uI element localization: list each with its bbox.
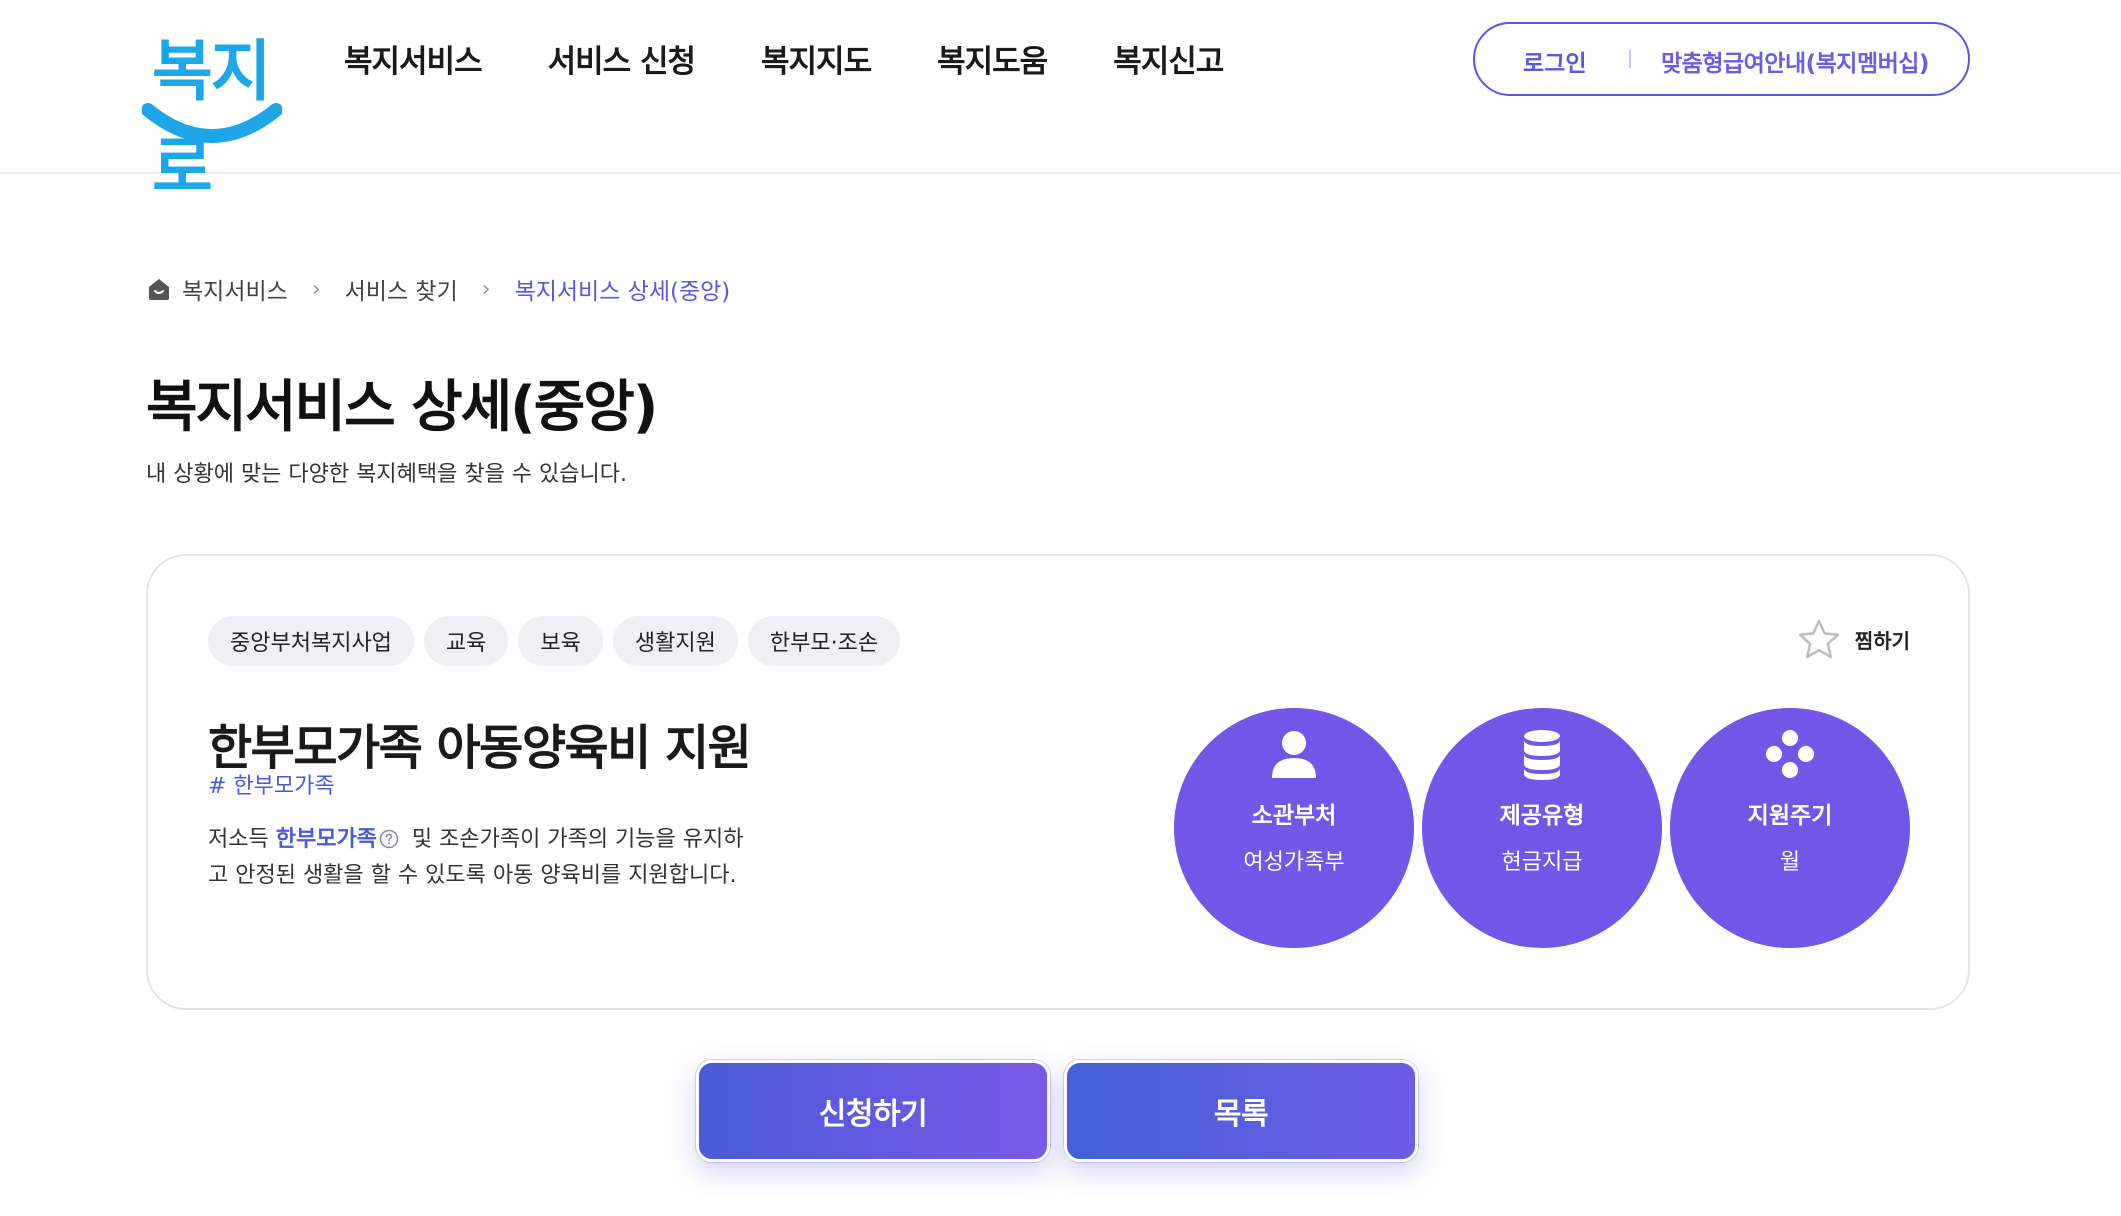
nav-item-service-apply[interactable]: 서비스 신청 bbox=[548, 36, 696, 81]
info-label: 지원주기 bbox=[1747, 803, 1833, 829]
info-label: 소관부처 bbox=[1251, 803, 1337, 829]
desc-line1-rest: 및 조손가족이 가족의 기능을 유지하 bbox=[404, 827, 744, 852]
person-icon bbox=[1272, 731, 1316, 778]
desc-highlight-link[interactable]: 한부모가족 bbox=[276, 827, 377, 852]
main-nav: 복지서비스 서비스 신청 복지지도 복지도움 복지신고 bbox=[344, 36, 1289, 81]
tag-central-ministry: 중앙부처복지사업 bbox=[208, 616, 414, 666]
breadcrumb: 복지서비스 › 서비스 찾기 › 복지서비스 상세(중앙) bbox=[146, 272, 730, 306]
cycle-icon bbox=[1766, 730, 1814, 778]
info-value: 현금지급 bbox=[1501, 850, 1583, 875]
logo-smile-icon bbox=[142, 103, 282, 143]
nav-item-welfare-help[interactable]: 복지도움 bbox=[937, 36, 1048, 81]
favorite-label: 찜하기 bbox=[1854, 628, 1910, 653]
tag-childcare: 보육 bbox=[518, 616, 603, 666]
apply-button[interactable]: 신청하기 bbox=[696, 1060, 1050, 1162]
site-header: 복지로 복지서비스 서비스 신청 복지지도 복지도움 복지신고 로그인 맞춤형급… bbox=[0, 0, 2121, 206]
tag-living-support: 생활지원 bbox=[612, 616, 738, 666]
info-value: 여성가족부 bbox=[1243, 850, 1345, 875]
tag-list: 중앙부처복지사업 교육 보육 생활지원 한부모·조손 bbox=[208, 616, 910, 666]
service-description: 저소득 한부모가족 및 조손가족이 가족의 기능을 유지하 고 안정된 생활을 … bbox=[208, 822, 768, 894]
auth-divider bbox=[1629, 50, 1631, 68]
question-circle-icon[interactable] bbox=[379, 829, 399, 849]
breadcrumb-item-current: 복지서비스 상세(중앙) bbox=[514, 279, 731, 305]
service-card: 중앙부처복지사업 교육 보육 생활지원 한부모·조손 찜하기 한부모가족 아동양… bbox=[146, 554, 1970, 1010]
list-button[interactable]: 목록 bbox=[1064, 1060, 1418, 1162]
star-icon bbox=[1798, 619, 1840, 659]
info-circle-provision-type: 제공유형 현금지급 bbox=[1422, 708, 1662, 948]
breadcrumb-item-service-search[interactable]: 서비스 찾기 bbox=[345, 272, 458, 306]
info-circle-ministry: 소관부처 여성가족부 bbox=[1174, 708, 1414, 948]
service-info-circles: 소관부처 여성가족부 제공유형 현금지급 지원주기 월 bbox=[1174, 708, 1918, 948]
nav-item-welfare-report[interactable]: 복지신고 bbox=[1113, 36, 1224, 81]
login-link[interactable]: 로그인 bbox=[1523, 44, 1586, 78]
database-icon bbox=[1524, 730, 1560, 780]
site-logo[interactable]: 복지로 bbox=[142, 18, 282, 206]
auth-box: 로그인 맞춤형급여안내(복지멤버십) bbox=[1473, 22, 1970, 96]
chevron-right-icon: › bbox=[311, 276, 321, 302]
membership-link[interactable]: 맞춤형급여안내(복지멤버십) bbox=[1661, 44, 1929, 78]
info-circle-support-cycle: 지원주기 월 bbox=[1670, 708, 1910, 948]
breadcrumb-item-welfare-service[interactable]: 복지서비스 bbox=[182, 272, 288, 306]
page-subtitle: 내 상황에 맞는 다양한 복지혜택을 찾을 수 있습니다. bbox=[146, 462, 627, 487]
home-icon[interactable] bbox=[146, 276, 172, 302]
nav-item-welfare-map[interactable]: 복지지도 bbox=[761, 36, 872, 81]
nav-item-welfare-service[interactable]: 복지서비스 bbox=[344, 36, 483, 81]
favorite-button[interactable]: 찜하기 bbox=[1797, 618, 1910, 660]
info-value: 월 bbox=[1779, 850, 1801, 875]
desc-line2: 고 안정된 생활을 할 수 있도록 아동 양육비를 지원합니다. bbox=[208, 863, 737, 888]
chevron-right-icon: › bbox=[481, 276, 491, 302]
page-title: 복지서비스 상세(중앙) bbox=[146, 375, 658, 440]
tag-education: 교육 bbox=[423, 616, 509, 666]
tag-single-parent: 한부모·조손 bbox=[747, 616, 901, 666]
desc-prefix: 저소득 bbox=[208, 827, 276, 852]
service-hashtag[interactable]: # 한부모가족 bbox=[208, 768, 335, 800]
info-label: 제공유형 bbox=[1499, 803, 1585, 829]
